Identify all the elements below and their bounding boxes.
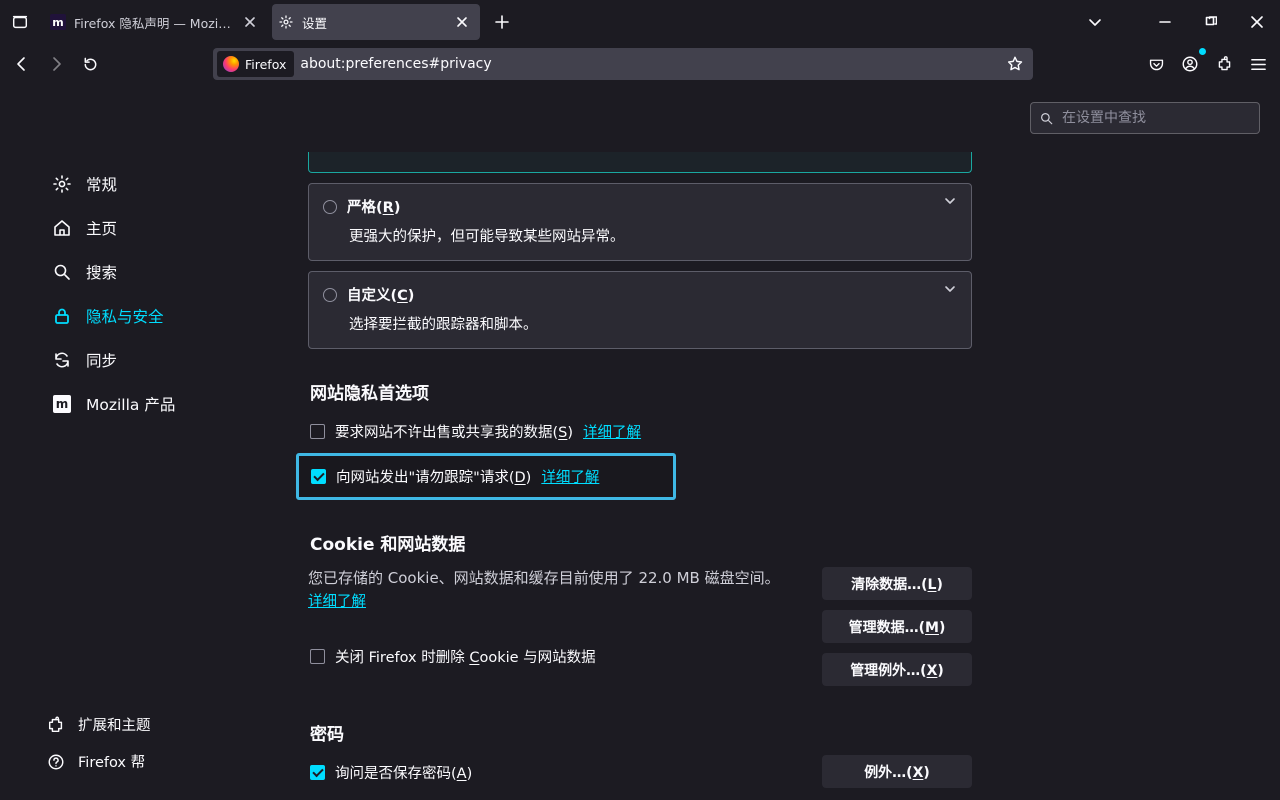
sidebar-item-home[interactable]: 主页 bbox=[6, 206, 280, 250]
home-icon bbox=[52, 218, 72, 238]
sidebar-item-privacy[interactable]: 隐私与安全 bbox=[6, 294, 280, 338]
title-bar: m Firefox 隐私声明 — Mozilla 设置 bbox=[0, 0, 1280, 44]
identity-box[interactable]: Firefox bbox=[217, 51, 294, 77]
preferences-main: 严格(R) 更强大的保护，但可能导致某些网站异常。 自定义(C) 选择要拦截的跟… bbox=[286, 84, 1280, 800]
new-tab-button[interactable] bbox=[488, 8, 516, 36]
all-tabs-button[interactable] bbox=[1078, 5, 1112, 39]
sidebar-label: 主页 bbox=[86, 217, 117, 239]
window-controls bbox=[1142, 0, 1280, 44]
close-window-button[interactable] bbox=[1234, 0, 1280, 44]
section-heading-passwords: 密码 bbox=[310, 720, 972, 745]
clear-data-button[interactable]: 清除数据…(L) bbox=[822, 567, 972, 600]
option-custom[interactable]: 自定义(C) 选择要拦截的跟踪器和脚本。 bbox=[308, 271, 972, 349]
url-bar[interactable]: Firefox about:preferences#privacy bbox=[213, 48, 1033, 80]
forward-button[interactable] bbox=[40, 48, 72, 80]
checkbox-do-not-sell[interactable] bbox=[310, 424, 325, 439]
sidebar-label: 常规 bbox=[86, 173, 117, 195]
learn-more-link[interactable]: 详细了解 bbox=[583, 421, 641, 442]
cookies-block: 您已存储的 Cookie、网站数据和缓存目前使用了 22.0 MB 磁盘空间。 … bbox=[308, 567, 972, 672]
learn-more-link[interactable]: 详细了解 bbox=[308, 594, 366, 610]
pref-do-not-track[interactable]: 向网站发出"请勿跟踪"请求(D) 详细了解 bbox=[311, 466, 661, 487]
manage-data-button[interactable]: 管理数据…(M) bbox=[822, 610, 972, 643]
sidebar-item-sync[interactable]: 同步 bbox=[6, 338, 280, 382]
sidebar-item-search[interactable]: 搜索 bbox=[6, 250, 280, 294]
nav-toolbar: Firefox about:preferences#privacy bbox=[0, 44, 1280, 84]
option-desc: 选择要拦截的跟踪器和脚本。 bbox=[349, 313, 957, 334]
radio-custom[interactable] bbox=[323, 288, 337, 302]
checkbox-label: 关闭 Firefox 时删除 Cookie 与网站数据 bbox=[335, 646, 596, 667]
highlighted-pref: 向网站发出"请勿跟踪"请求(D) 详细了解 bbox=[296, 453, 676, 500]
section-heading-cookies: Cookie 和网站数据 bbox=[310, 530, 972, 555]
tab-mozilla-privacy[interactable]: m Firefox 隐私声明 — Mozilla bbox=[44, 4, 268, 40]
minimize-button[interactable] bbox=[1142, 0, 1188, 44]
passwords-block: 询问是否保存密码(A) 例外…(X) bbox=[308, 757, 972, 788]
gear-icon bbox=[52, 174, 72, 194]
lock-icon bbox=[52, 306, 72, 326]
preferences-content: 常规 主页 搜索 隐私与安全 同步 m Mozilla 产品 扩展和主题 bbox=[0, 84, 1280, 800]
chevron-down-icon[interactable] bbox=[943, 282, 957, 296]
close-icon[interactable] bbox=[240, 12, 260, 32]
firefox-logo-icon bbox=[223, 56, 239, 72]
option-strict[interactable]: 严格(R) 更强大的保护，但可能导致某些网站异常。 bbox=[308, 183, 972, 261]
tab-favicon-mozilla: m bbox=[50, 14, 66, 30]
recent-browsing-button[interactable] bbox=[2, 4, 38, 40]
checkbox-do-not-track[interactable] bbox=[311, 469, 326, 484]
checkbox-label: 向网站发出"请勿跟踪"请求(D) bbox=[336, 466, 531, 487]
sidebar-item-mozilla[interactable]: m Mozilla 产品 bbox=[6, 382, 280, 426]
checkbox-label: 询问是否保存密码(A) bbox=[335, 762, 472, 783]
option-title: 严格(R) bbox=[347, 196, 400, 217]
settings-search-input[interactable] bbox=[1062, 110, 1251, 126]
preferences-sidebar: 常规 主页 搜索 隐私与安全 同步 m Mozilla 产品 扩展和主题 bbox=[0, 84, 286, 800]
sidebar-item-general[interactable]: 常规 bbox=[6, 162, 280, 206]
sidebar-extensions-themes[interactable]: 扩展和主题 bbox=[0, 706, 286, 743]
back-button[interactable] bbox=[6, 48, 38, 80]
cookies-desc: 您已存储的 Cookie、网站数据和缓存目前使用了 22.0 MB 磁盘空间。 … bbox=[308, 567, 818, 613]
pref-do-not-sell[interactable]: 要求网站不许出售或共享我的数据(S) 详细了解 bbox=[308, 416, 972, 447]
url-text: about:preferences#privacy bbox=[300, 56, 997, 72]
sidebar-label: 搜索 bbox=[86, 261, 117, 283]
sidebar-label: Mozilla 产品 bbox=[86, 393, 175, 415]
svg-text:m: m bbox=[56, 397, 69, 411]
sync-icon bbox=[52, 350, 72, 370]
sidebar-label: 隐私与安全 bbox=[86, 305, 164, 327]
identity-label: Firefox bbox=[245, 57, 286, 72]
learn-more-link[interactable]: 详细了解 bbox=[541, 466, 599, 487]
checkbox-ask-save-password[interactable] bbox=[310, 765, 325, 780]
sidebar-label: 扩展和主题 bbox=[78, 714, 151, 735]
sidebar-help[interactable]: Firefox 帮 bbox=[0, 743, 286, 780]
option-title: 自定义(C) bbox=[347, 284, 414, 305]
app-menu-button[interactable] bbox=[1242, 48, 1274, 80]
help-icon bbox=[46, 752, 66, 772]
tab-settings[interactable]: 设置 bbox=[272, 4, 480, 40]
search-icon bbox=[1039, 111, 1054, 126]
reload-button[interactable] bbox=[74, 48, 106, 80]
option-standard-fragment bbox=[308, 152, 972, 173]
puzzle-icon bbox=[46, 715, 66, 735]
checkbox-label: 要求网站不许出售或共享我的数据(S) bbox=[335, 421, 573, 442]
close-icon[interactable] bbox=[452, 12, 472, 32]
radio-strict[interactable] bbox=[323, 200, 337, 214]
chevron-down-icon[interactable] bbox=[943, 194, 957, 208]
settings-search[interactable] bbox=[1030, 102, 1260, 134]
account-button[interactable] bbox=[1174, 48, 1206, 80]
mozilla-icon: m bbox=[52, 394, 72, 414]
section-heading-privacy-prefs: 网站隐私首选项 bbox=[310, 379, 972, 404]
manage-exceptions-button[interactable]: 管理例外…(X) bbox=[822, 653, 972, 686]
password-exceptions-button[interactable]: 例外…(X) bbox=[822, 755, 972, 788]
bookmark-star-icon[interactable] bbox=[1001, 50, 1029, 78]
tab-strip: m Firefox 隐私声明 — Mozilla 设置 bbox=[40, 0, 1142, 44]
sidebar-label: 同步 bbox=[86, 349, 117, 371]
maximize-button[interactable] bbox=[1188, 0, 1234, 44]
gear-icon bbox=[278, 14, 294, 30]
checkbox-delete-on-close[interactable] bbox=[310, 649, 325, 664]
extensions-button[interactable] bbox=[1208, 48, 1240, 80]
tab-label: Firefox 隐私声明 — Mozilla bbox=[74, 13, 232, 32]
tab-label: 设置 bbox=[302, 13, 444, 32]
option-desc: 更强大的保护，但可能导致某些网站异常。 bbox=[349, 225, 957, 246]
sidebar-label: Firefox 帮 bbox=[78, 751, 145, 772]
pocket-button[interactable] bbox=[1140, 48, 1172, 80]
svg-text:m: m bbox=[52, 16, 63, 29]
search-icon bbox=[52, 262, 72, 282]
